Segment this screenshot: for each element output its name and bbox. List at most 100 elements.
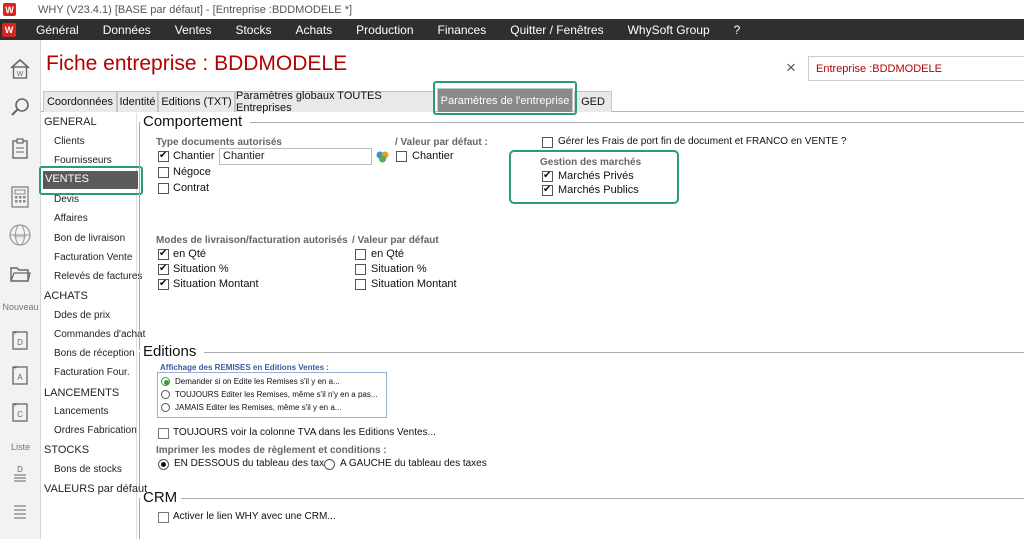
menu-ventes[interactable]: Ventes — [163, 23, 224, 37]
en-dessous-radio[interactable] — [158, 459, 169, 470]
menu-production[interactable]: Production — [344, 23, 425, 37]
new-devis-icon[interactable]: D + — [7, 327, 33, 353]
globe-icon[interactable]: www — [7, 222, 33, 248]
section-crm-title: CRM — [143, 489, 178, 506]
contrat-label: Contrat — [173, 182, 210, 194]
svg-text:+: + — [13, 365, 17, 372]
situation-montant-label: Situation Montant — [173, 278, 259, 290]
gestion-marches-label: Gestion des marchés — [540, 157, 642, 168]
new-achat-icon[interactable]: A + — [7, 362, 33, 388]
menu-logo-icon[interactable]: W — [2, 22, 16, 37]
situation-pct-checkbox[interactable] — [158, 263, 169, 275]
chantier-checkbox[interactable] — [158, 150, 169, 162]
svg-text:W: W — [17, 71, 24, 78]
contrat-checkbox[interactable] — [158, 183, 169, 194]
situation-pct-label: Situation % — [173, 263, 229, 275]
crm-link-checkbox[interactable] — [158, 512, 169, 523]
svg-text:+: + — [13, 402, 17, 409]
menu-quitter-fenetres[interactable]: Quitter / Fenêtres — [498, 23, 615, 37]
nav-lancements[interactable]: Lancements — [54, 406, 108, 417]
negoce-label: Négoce — [173, 166, 211, 178]
defaut-situation-montant-label: Situation Montant — [371, 278, 457, 290]
a-gauche-radio[interactable] — [324, 459, 335, 470]
nav-facturation-four[interactable]: Facturation Four. — [54, 367, 130, 378]
menu-general[interactable]: Général — [24, 23, 91, 37]
menu-finances[interactable]: Finances — [426, 23, 499, 37]
close-icon[interactable]: × — [786, 59, 796, 76]
menu-bar: W Général Données Ventes Stocks Achats P… — [0, 19, 1024, 40]
tva-checkbox[interactable] — [158, 428, 169, 439]
nav-affaires[interactable]: Affaires — [54, 213, 88, 224]
menu-stocks[interactable]: Stocks — [223, 23, 283, 37]
liste-label: Liste — [10, 442, 30, 452]
section-comportement-title: Comportement — [143, 113, 243, 130]
nav-stocks[interactable]: STOCKS — [44, 444, 89, 456]
menu-achats[interactable]: Achats — [283, 23, 344, 37]
nav-highlight-frame — [39, 166, 143, 195]
nav-lancements-cat[interactable]: LANCEMENTS — [44, 387, 119, 399]
clipboard-icon[interactable] — [7, 136, 33, 162]
menu-help[interactable]: ? — [722, 23, 753, 37]
defaut-situation-pct-label: Situation % — [371, 263, 427, 275]
a-gauche-label: A GAUCHE du tableau des taxes — [340, 458, 487, 469]
nav-releves-factures[interactable]: Relevés de factures — [54, 271, 142, 282]
defaut-chantier-checkbox[interactable] — [396, 151, 407, 162]
frais-port-label: Gérer les Frais de port fin de document … — [558, 136, 847, 147]
tab-editions-txt[interactable]: Editions (TXT) — [158, 91, 235, 112]
defaut-situation-montant-checkbox[interactable] — [355, 279, 366, 290]
search-icon[interactable] — [7, 94, 33, 120]
marches-publics-label: Marchés Publics — [558, 184, 639, 196]
defaut-en-qte-checkbox[interactable] — [355, 249, 366, 260]
nav-bon-livraison[interactable]: Bon de livraison — [54, 233, 125, 244]
situation-montant-checkbox[interactable] — [158, 278, 169, 290]
svg-text:+: + — [13, 330, 17, 337]
section-editions-title: Editions — [143, 343, 197, 360]
modes-livraison-label: Modes de livraison/facturation autorisés — [156, 235, 348, 246]
nav-fournisseurs[interactable]: Fournisseurs — [54, 155, 112, 166]
menu-whysoft-group[interactable]: WhySoft Group — [616, 23, 722, 37]
entity-field[interactable]: Entreprise :BDDMODELE — [808, 56, 1024, 81]
menu-donnees[interactable]: Données — [91, 23, 163, 37]
remises-jamais-radio[interactable] — [161, 403, 170, 412]
nav-bons-stocks[interactable]: Bons de stocks — [54, 464, 122, 475]
svg-text:C: C — [17, 410, 23, 419]
chantier-name-input[interactable]: Chantier — [219, 148, 372, 165]
tab-identite[interactable]: Identité — [117, 91, 158, 112]
negoce-checkbox[interactable] — [158, 167, 169, 178]
nav-commandes-achat[interactable]: Commandes d'achat — [54, 329, 145, 340]
nav-ddes-prix[interactable]: Ddes de prix — [54, 310, 110, 321]
page-title: Fiche entreprise : BDDMODELE — [46, 52, 348, 75]
defaut-situation-pct-checkbox[interactable] — [355, 264, 366, 275]
marches-publics-checkbox[interactable] — [542, 184, 553, 196]
nav-general[interactable]: GENERAL — [44, 116, 97, 128]
marches-prives-checkbox[interactable] — [542, 170, 553, 182]
section-bracket — [139, 352, 140, 486]
remises-toujours-radio[interactable] — [161, 390, 170, 399]
nav-achats[interactable]: ACHATS — [44, 290, 88, 302]
app-logo-icon: W — [3, 3, 16, 16]
tab-coordonnees[interactable]: Coordonnées — [43, 91, 117, 112]
home-icon[interactable]: W — [7, 56, 33, 82]
list-devis-icon[interactable]: D — [7, 460, 33, 486]
tab-parametres-globaux[interactable]: Paramètres globaux TOUTES Entreprises — [235, 90, 435, 114]
nav-devis[interactable]: Devis — [54, 194, 79, 205]
reglement-label: Imprimer les modes de règlement et condi… — [156, 445, 387, 456]
en-qte-checkbox[interactable] — [158, 248, 169, 260]
nav-ordres-fabrication[interactable]: Ordres Fabrication — [54, 425, 137, 436]
nav-clients[interactable]: Clients — [54, 136, 85, 147]
remises-demander-radio[interactable] — [161, 377, 170, 386]
defaut-chantier-label: Chantier — [412, 150, 454, 162]
folder-icon[interactable] — [7, 261, 33, 287]
palette-icon[interactable] — [376, 150, 389, 163]
svg-text:www: www — [13, 234, 26, 240]
list-icon[interactable] — [7, 498, 33, 524]
nav-facturation-vente[interactable]: Facturation Vente — [54, 252, 132, 263]
calculator-icon[interactable] — [7, 184, 33, 210]
remises-demander-label: Demander si on Edite les Remises s'il y … — [175, 377, 340, 386]
types-documents-label: Type documents autorisés — [156, 137, 282, 148]
frais-port-checkbox[interactable] — [542, 137, 553, 148]
tab-ged[interactable]: GED — [574, 91, 612, 112]
new-commande-icon[interactable]: C + — [7, 399, 33, 425]
nav-valeurs-defaut[interactable]: VALEURS par défaut — [44, 483, 147, 495]
nav-bons-reception[interactable]: Bons de réception — [54, 348, 135, 359]
